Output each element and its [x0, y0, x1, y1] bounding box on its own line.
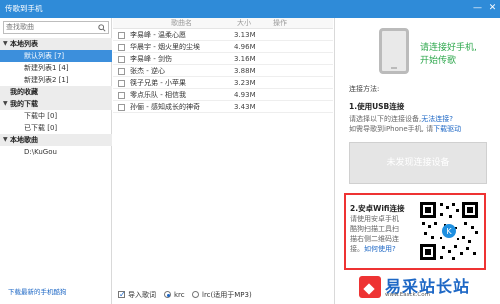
watermark-logo-icon	[359, 276, 381, 298]
header-action: 操作	[273, 19, 287, 27]
song-name: 孙俪 - 感知成长的神奇	[130, 103, 200, 111]
song-size: 4.93M	[234, 91, 256, 99]
downloaded-item[interactable]: 已下载 [0]	[0, 122, 112, 134]
import-lyrics-checkbox[interactable]	[118, 288, 126, 302]
header-song: 歌曲名	[171, 19, 192, 27]
search-icon[interactable]	[98, 24, 106, 32]
phone-icon	[379, 28, 409, 74]
row-checkbox[interactable]	[118, 92, 125, 99]
song-name: 李易峰 - 剑伤	[130, 55, 172, 63]
download-mobile-kugou-link[interactable]: 下载最新的手机酷狗	[8, 286, 67, 296]
list-default[interactable]: 默认列表 [7]	[0, 50, 112, 62]
local-path-item[interactable]: D:\KuGou	[0, 146, 112, 158]
song-size: 3.88M	[234, 67, 256, 75]
wifi-title: 2.安卓Wifi连接	[350, 204, 405, 213]
table-row[interactable]: 李易峰 - 温柔心愿 3.13M	[113, 30, 333, 41]
site-watermark: 易采站长站 www.Easck.Com	[359, 272, 499, 302]
row-checkbox[interactable]	[118, 68, 125, 75]
left-panel: 查找歌曲 ▼ 本地列表 默认列表 [7] 新建列表1 [4] 新建列表2 [1] …	[0, 18, 112, 304]
usb-title: 1.使用USB连接	[349, 102, 405, 111]
collapse-icon[interactable]: ▼	[3, 38, 8, 50]
table-row[interactable]: 零点乐队 - 相信我 4.93M	[113, 90, 333, 101]
song-name: 李易峰 - 温柔心愿	[130, 31, 186, 39]
search-placeholder: 查找歌曲	[6, 23, 34, 31]
song-size: 4.96M	[234, 43, 256, 51]
watermark-url: www.Easck.Com	[385, 292, 430, 298]
usb-instructions: 请选择以下的连接设备,无法连接? 如需导歌到iPhone手机, 请下载驱动	[349, 115, 462, 133]
list-new-2[interactable]: 新建列表2 [1]	[0, 74, 112, 86]
window-title: 传歌到手机	[5, 4, 43, 13]
row-checkbox[interactable]	[118, 32, 125, 39]
group-local-songs[interactable]: ▼ 本地歌曲	[0, 134, 112, 146]
header-size: 大小	[237, 19, 251, 27]
song-size: 3.13M	[234, 31, 256, 39]
cannot-connect-link[interactable]: 无法连接?	[421, 115, 453, 123]
title-bar: 传歌到手机 — ✕	[0, 0, 500, 18]
row-checkbox[interactable]	[118, 80, 125, 87]
qr-code-icon: K	[418, 200, 480, 262]
krc-radio[interactable]	[164, 291, 171, 298]
table-row[interactable]: 筷子兄弟 - 小苹果 3.23M	[113, 78, 333, 89]
download-driver-link[interactable]: 下载驱动	[433, 125, 461, 133]
group-favorites[interactable]: 我的收藏	[0, 86, 112, 98]
table-row[interactable]: 华晨宇 - 烟火里的尘埃 4.96M	[113, 42, 333, 53]
window-controls: — ✕	[470, 0, 500, 18]
no-device-button[interactable]: 未发现连接设备	[349, 142, 487, 184]
downloading-item[interactable]: 下载中 [0]	[0, 110, 112, 122]
wifi-instructions: 请使用安卓手机 酷狗扫描工具扫 描右侧二维码连 接。如何使用?	[350, 215, 399, 253]
table-header: 歌曲名 大小 操作	[113, 18, 333, 29]
song-name: 筷子兄弟 - 小苹果	[130, 79, 186, 87]
row-checkbox[interactable]	[118, 56, 125, 63]
row-checkbox[interactable]	[118, 104, 125, 111]
lrc-label: lrc(适用于MP3)	[202, 291, 252, 299]
song-name: 华晨宇 - 烟火里的尘埃	[130, 43, 200, 51]
krc-label: krc	[174, 291, 185, 299]
wifi-connect-box: 2.安卓Wifi连接 请使用安卓手机 酷狗扫描工具扫 描右侧二维码连 接。如何使…	[344, 193, 486, 270]
table-row[interactable]: 孙俪 - 感知成长的神奇 3.43M	[113, 102, 333, 113]
song-size: 3.16M	[234, 55, 256, 63]
playlist-tree: ▼ 本地列表 默认列表 [7] 新建列表1 [4] 新建列表2 [1] 我的收藏 …	[0, 38, 112, 158]
row-checkbox[interactable]	[118, 44, 125, 51]
minimize-button[interactable]: —	[470, 0, 485, 18]
song-name: 张杰 - 逆心	[130, 67, 165, 75]
connect-method-label: 连接方法:	[349, 85, 380, 93]
table-row[interactable]: 张杰 - 逆心 3.88M	[113, 66, 333, 77]
how-to-use-link[interactable]: 如何使用?	[364, 245, 396, 253]
song-list-panel: 歌曲名 大小 操作 李易峰 - 温柔心愿 3.13M 华晨宇 - 烟火里的尘埃 4.…	[113, 18, 333, 304]
list-new-1[interactable]: 新建列表1 [4]	[0, 62, 112, 74]
group-downloads[interactable]: ▼ 我的下载	[0, 98, 112, 110]
lyrics-options: 导入歌词 krc lrc(适用于MP3)	[113, 288, 333, 302]
connect-tip: 请连接好手机, 开始传歌	[420, 43, 477, 66]
song-size: 3.43M	[234, 103, 256, 111]
import-lyrics-label: 导入歌词	[128, 291, 156, 299]
search-input[interactable]: 查找歌曲	[3, 21, 109, 34]
close-button[interactable]: ✕	[485, 0, 500, 18]
table-row[interactable]: 李易峰 - 剑伤 3.16M	[113, 54, 333, 65]
lrc-radio[interactable]	[192, 291, 199, 298]
group-local-list[interactable]: ▼ 本地列表	[0, 38, 112, 50]
song-size: 3.23M	[234, 79, 256, 87]
song-name: 零点乐队 - 相信我	[130, 91, 186, 99]
collapse-icon[interactable]: ▼	[3, 98, 8, 110]
svg-text:K: K	[446, 227, 452, 236]
collapse-icon[interactable]: ▼	[3, 134, 8, 146]
